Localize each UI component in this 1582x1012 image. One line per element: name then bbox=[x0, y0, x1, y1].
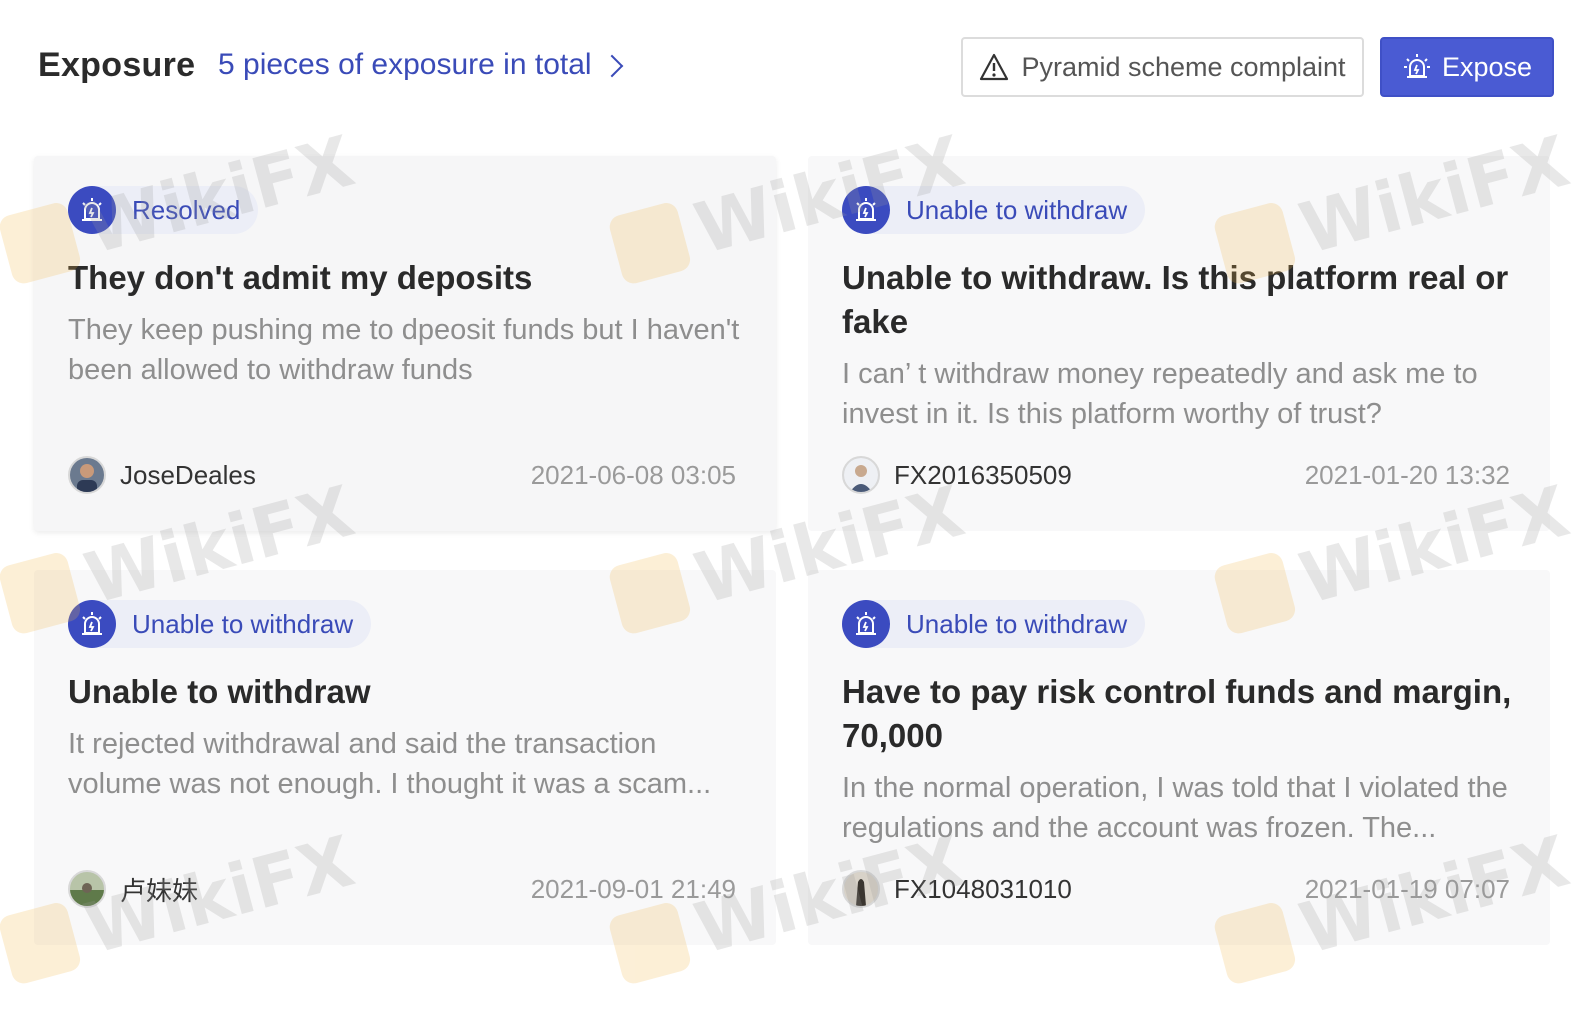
card-description: It rejected withdrawal and said the tran… bbox=[68, 728, 712, 800]
card-title: They don't admit my deposits bbox=[68, 259, 533, 296]
status-tag-label: Resolved bbox=[132, 194, 241, 225]
post-date: 2021-01-19 07:07 bbox=[1304, 874, 1510, 904]
exposure-card[interactable]: Resolved They don't admit my deposits Th… bbox=[34, 156, 776, 531]
status-tag: Unable to withdraw bbox=[842, 600, 1146, 648]
author-name: 卢妹妹 bbox=[120, 875, 199, 906]
alarm-icon bbox=[1403, 54, 1430, 78]
author-name: FX1048031010 bbox=[894, 873, 1072, 904]
author: 卢妹妹 bbox=[68, 870, 198, 908]
exposure-header: Exposure 5 pieces of exposure in total P… bbox=[0, 0, 1582, 140]
author-name: FX2016350509 bbox=[894, 459, 1072, 490]
status-tag: Unable to withdraw bbox=[842, 186, 1146, 234]
card-title: Have to pay risk control funds and margi… bbox=[842, 673, 1512, 754]
warning-icon bbox=[980, 53, 1009, 81]
page-title: Exposure bbox=[38, 46, 196, 84]
author-name: JoseDeales bbox=[120, 459, 256, 490]
status-tag: Resolved bbox=[68, 186, 259, 234]
card-description: In the normal operation, I was told that… bbox=[842, 772, 1508, 844]
card-title: Unable to withdraw. Is this platform rea… bbox=[842, 259, 1509, 340]
exposure-card[interactable]: Unable to withdraw Unable to withdraw. I… bbox=[808, 156, 1550, 531]
expose-button[interactable]: Expose bbox=[1380, 37, 1554, 97]
alarm-icon bbox=[842, 600, 890, 648]
expose-label: Expose bbox=[1441, 51, 1533, 82]
post-date: 2021-01-20 13:32 bbox=[1304, 460, 1510, 490]
post-date: 2021-06-08 03:05 bbox=[530, 460, 736, 490]
author: JoseDeales bbox=[68, 456, 256, 494]
card-description: I can’ t withdraw money repeatedly and a… bbox=[842, 358, 1478, 430]
author: FX2016350509 bbox=[842, 456, 1072, 494]
status-tag-label: Unable to withdraw bbox=[906, 608, 1128, 639]
exposure-card[interactable]: Unable to withdraw Unable to withdraw It… bbox=[34, 570, 776, 945]
avatar bbox=[842, 456, 880, 494]
exposure-count-label: 5 pieces of exposure in total bbox=[218, 48, 592, 81]
exposure-card[interactable]: Unable to withdraw Have to pay risk cont… bbox=[808, 570, 1550, 945]
avatar bbox=[842, 870, 880, 908]
status-tag-label: Unable to withdraw bbox=[132, 608, 354, 639]
pyramid-complaint-label: Pyramid scheme complaint bbox=[1021, 51, 1346, 82]
status-tag-label: Unable to withdraw bbox=[906, 194, 1128, 225]
pyramid-complaint-button[interactable]: Pyramid scheme complaint bbox=[961, 37, 1364, 97]
card-title: Unable to withdraw bbox=[68, 673, 371, 710]
avatar bbox=[68, 870, 106, 908]
post-date: 2021-09-01 21:49 bbox=[530, 874, 736, 904]
avatar bbox=[68, 456, 106, 494]
alarm-icon bbox=[68, 186, 116, 234]
alarm-icon bbox=[842, 186, 890, 234]
status-tag: Unable to withdraw bbox=[68, 600, 372, 648]
exposure-count-link[interactable]: 5 pieces of exposure in total bbox=[218, 48, 623, 82]
author: FX1048031010 bbox=[842, 870, 1072, 908]
alarm-icon bbox=[68, 600, 116, 648]
chevron-right-icon bbox=[600, 54, 623, 78]
card-description: They keep pushing me to dpeosit funds bu… bbox=[68, 314, 740, 386]
